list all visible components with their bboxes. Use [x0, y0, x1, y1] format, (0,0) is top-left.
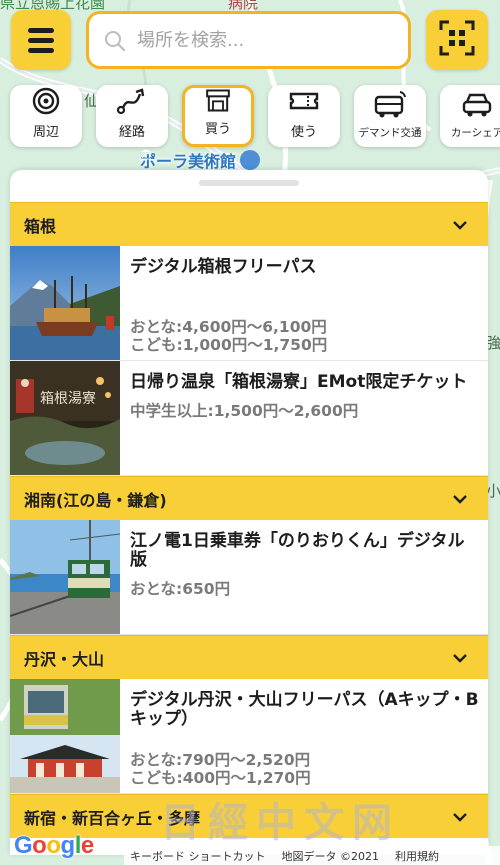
category-label: カーシェア	[450, 127, 500, 139]
item-title: デジタル丹沢・大山フリーパス（Aキップ・Bキップ）	[130, 690, 479, 729]
search-input[interactable]	[137, 29, 377, 51]
map-data-label: 地図データ ©2021	[281, 849, 380, 863]
section-header-hakone[interactable]: 箱根	[10, 202, 488, 246]
qr-code-icon	[439, 20, 475, 60]
car-share-icon	[462, 93, 492, 117]
chevron-down-icon	[453, 653, 467, 663]
category-route[interactable]: 経路	[96, 85, 168, 147]
search-bar[interactable]	[86, 11, 411, 69]
keyboard-shortcuts-link[interactable]: キーボード ショートカット	[130, 848, 266, 864]
thumbnail-hakone-yuryo: 箱根湯寮	[10, 361, 120, 475]
section-title: 丹沢・大山	[24, 649, 105, 669]
category-use[interactable]: 使う	[268, 85, 340, 147]
shop-icon	[206, 89, 230, 112]
category-buy[interactable]: 買う	[182, 85, 254, 147]
section-header-tanzawa[interactable]: 丹沢・大山	[10, 635, 488, 679]
menu-button[interactable]	[11, 10, 71, 70]
category-label: デマンド交通	[358, 127, 422, 139]
category-car-share[interactable]: カーシェア	[440, 85, 500, 147]
thumbnail-text: 箱根湯寮	[40, 390, 96, 407]
item-price: 中学生以上:1,500円〜2,600円	[130, 402, 359, 420]
item-price: おとな:790円〜2,520円	[130, 751, 311, 769]
map-label-tsuyo: 強	[486, 334, 500, 352]
museum-icon	[141, 149, 261, 170]
google-logo: Google	[14, 832, 94, 859]
ticket-list-sheet[interactable]: 箱根 デジタル箱根フリーパス おとな:4,600円〜6,100円 こども:1,0…	[10, 170, 488, 855]
category-label: 周辺	[32, 125, 59, 140]
section-title: 湘南(江の島・鎌倉)	[24, 490, 167, 510]
watermark: 日經中文网	[160, 799, 400, 846]
item-price: こども:400円〜1,270円	[130, 769, 311, 787]
list-item[interactable]: 江ノ電1日乗車券「のりおりくん」デジタル版 おとな:650円	[10, 520, 488, 635]
item-price: おとな:4,600円〜6,100円	[130, 318, 327, 336]
chevron-down-icon	[453, 220, 467, 230]
ticket-icon	[289, 92, 319, 110]
map-attribution-bar: キーボード ショートカット 地図データ ©2021 利用規約	[124, 846, 500, 865]
list-item[interactable]: デジタル丹沢・大山フリーパス（Aキップ・Bキップ） おとな:790円〜2,520…	[10, 679, 488, 794]
section-title: 箱根	[24, 216, 57, 236]
thumbnail-enoden	[10, 520, 120, 634]
item-price: こども:1,000円〜1,750円	[130, 336, 328, 354]
qr-scan-button[interactable]	[426, 10, 488, 70]
search-icon	[103, 29, 126, 52]
list-item[interactable]: 箱根湯寮 日帰り温泉「箱根湯寮」EMot限定チケット 中学生以上:1,500円〜…	[10, 361, 488, 476]
poi-name: ポーラ美術館	[140, 152, 237, 171]
section-header-shonan[interactable]: 湘南(江の島・鎌倉)	[10, 476, 488, 520]
nearby-icon	[32, 87, 60, 115]
chevron-down-icon	[453, 494, 467, 504]
thumbnail-hakone-pass	[10, 246, 120, 360]
route-icon	[116, 88, 145, 115]
map-label-ko: 小	[486, 482, 500, 500]
list-item[interactable]: デジタル箱根フリーパス おとな:4,600円〜6,100円 こども:1,000円…	[10, 246, 488, 361]
item-price: おとな:650円	[130, 580, 231, 598]
hamburger-icon-bar	[28, 27, 54, 33]
item-title: 江ノ電1日乗車券「のりおりくん」デジタル版	[130, 531, 465, 570]
chevron-down-icon	[453, 812, 467, 822]
category-nearby[interactable]: 周辺	[10, 85, 82, 147]
poi-pola-museum[interactable]: ポーラ美術館	[140, 148, 261, 172]
item-title: 日帰り温泉「箱根湯寮」EMot限定チケット	[130, 372, 468, 392]
sheet-drag-handle[interactable]	[199, 180, 299, 186]
terms-link[interactable]: 利用規約	[395, 848, 439, 864]
category-label: 使う	[290, 125, 317, 140]
item-title: デジタル箱根フリーパス	[130, 257, 317, 277]
on-demand-bus-icon	[374, 91, 406, 118]
hamburger-icon-bar	[28, 37, 54, 43]
category-on-demand[interactable]: デマンド交通	[354, 85, 426, 147]
category-label: 経路	[118, 125, 145, 140]
category-label: 買う	[204, 122, 231, 137]
thumbnail-tanzawa-pass	[10, 679, 120, 793]
hamburger-icon-bar	[28, 47, 54, 53]
